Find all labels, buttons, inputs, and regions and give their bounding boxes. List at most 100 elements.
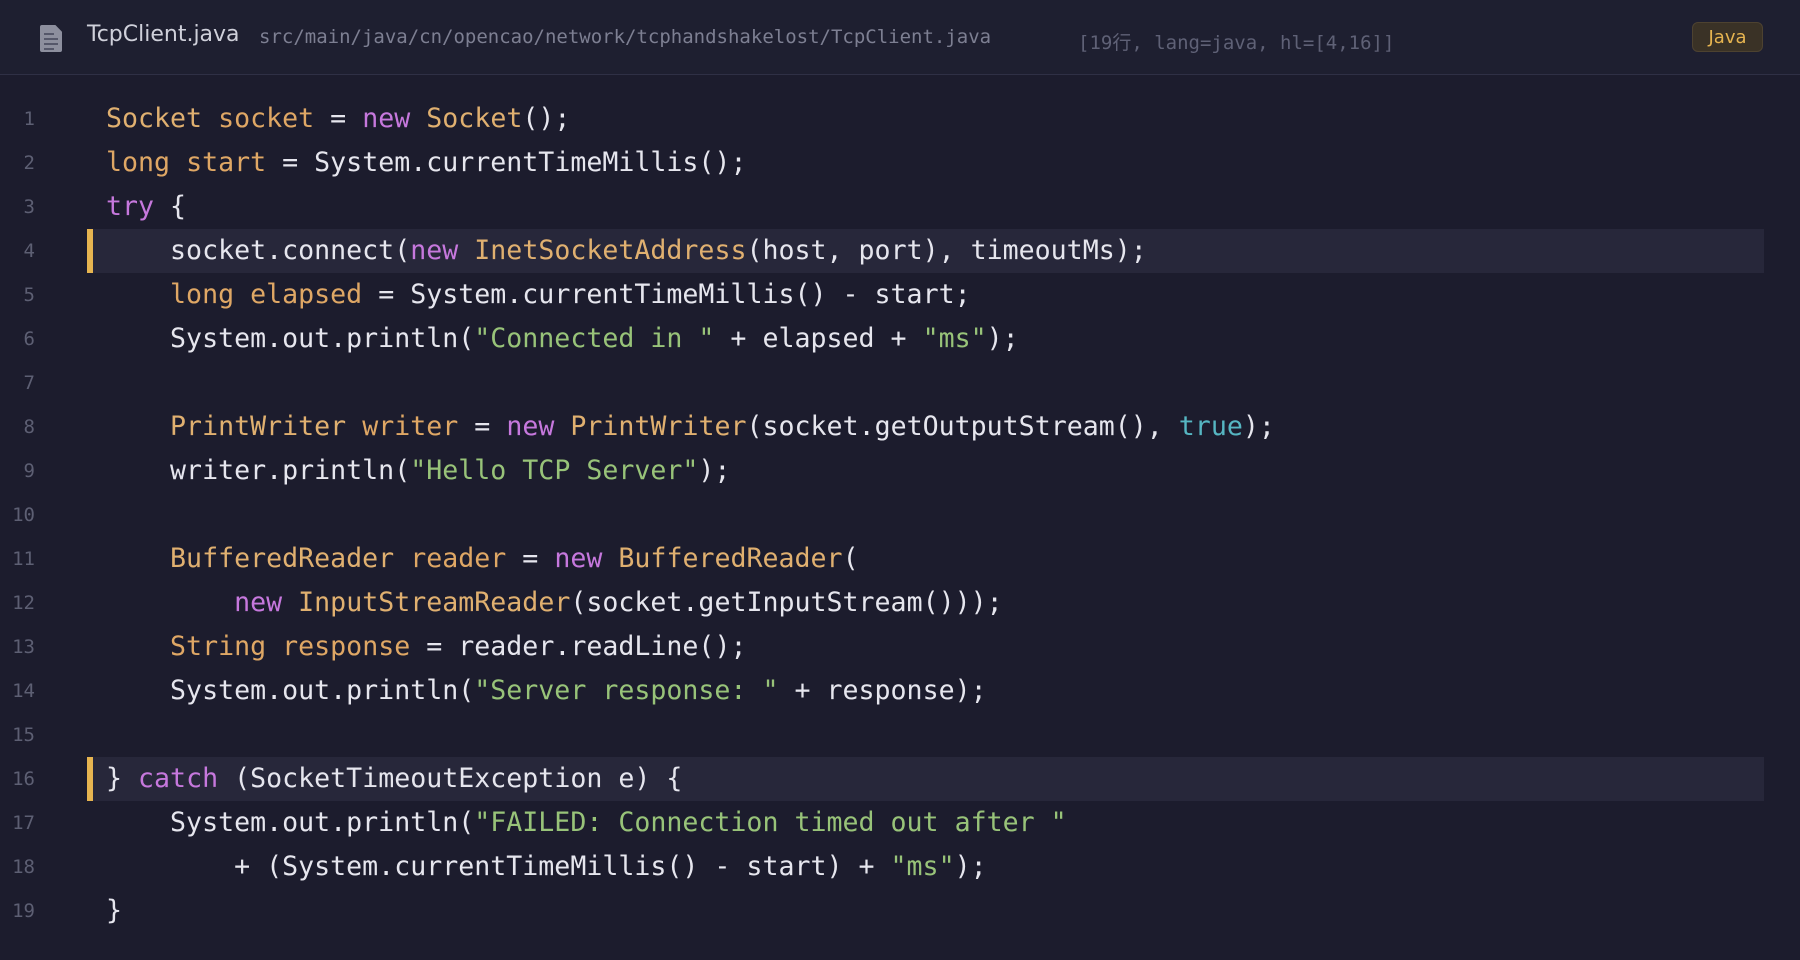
code-line[interactable]: 3 try {	[0, 185, 1800, 229]
code-token: PrintWriter	[170, 411, 347, 442]
code-token: );	[1242, 411, 1275, 442]
line-number: 6	[23, 328, 35, 350]
code-line[interactable]: 6 System.out.println("Connected in " + e…	[0, 317, 1800, 361]
code-line[interactable]: 10	[0, 493, 1800, 537]
code-token: writer.println(	[106, 455, 411, 486]
code-token: InetSocketAddress	[474, 235, 747, 266]
code-line[interactable]: 14 System.out.println("Server response: …	[0, 669, 1800, 713]
code-line[interactable]: 5 long elapsed = System.currentTimeMilli…	[0, 273, 1800, 317]
code-line[interactable]: 17 System.out.println("FAILED: Connectio…	[0, 801, 1800, 845]
code-token: =	[506, 543, 555, 574]
line-number: 9	[23, 460, 35, 482]
code-token: + elapsed +	[714, 323, 923, 354]
code-token: (socket.getInputStream()));	[570, 587, 1003, 618]
line-number: 2	[23, 152, 35, 174]
code-token: true	[1178, 411, 1243, 442]
code-token: BufferedReader	[170, 543, 395, 574]
code-token: socket.connect(	[106, 235, 411, 266]
code-line[interactable]: 7	[0, 361, 1800, 405]
file-meta: [19行, lang=java, hl=[4,16]]	[1078, 32, 1395, 54]
code-token: long	[170, 279, 235, 310]
code-line[interactable]: 18 + (System.currentTimeMillis() - start…	[0, 845, 1800, 889]
code-line[interactable]: 2 long start = System.currentTimeMillis()…	[0, 141, 1800, 185]
code-token: =	[458, 411, 507, 442]
code-token: socket	[218, 103, 315, 134]
line-number: 18	[12, 856, 35, 878]
code-viewer: TcpClient.java src/main/java/cn/opencao/…	[0, 0, 1800, 960]
code-text: Socket socket = new Socket();	[106, 97, 570, 141]
line-number: 3	[23, 196, 35, 218]
code-text: writer.println("Hello TCP Server");	[106, 449, 730, 493]
code-token: }	[106, 895, 123, 926]
code-token: = System.currentTimeMillis();	[266, 147, 747, 178]
code-token: writer	[362, 411, 459, 442]
code-text: System.out.println("FAILED: Connection t…	[106, 801, 1067, 845]
code-token: BufferedReader	[618, 543, 843, 574]
code-token: }	[106, 763, 139, 794]
line-highlight-marker	[87, 229, 93, 273]
line-number: 10	[12, 504, 35, 526]
code-token: InputStreamReader	[298, 587, 571, 618]
code-token: "Server response: "	[474, 675, 779, 706]
code-text: PrintWriter writer = new PrintWriter(soc…	[106, 405, 1275, 449]
line-number: 11	[12, 548, 35, 570]
code-token: );	[698, 455, 731, 486]
code-line[interactable]: 15	[0, 713, 1800, 757]
file-name: TcpClient.java	[87, 22, 240, 47]
code-token: {	[154, 191, 187, 222]
code-token: "FAILED: Connection timed out after "	[474, 807, 1067, 838]
code-line[interactable]: 9 writer.println("Hello TCP Server");	[0, 449, 1800, 493]
code-text: BufferedReader reader = new BufferedRead…	[106, 537, 859, 581]
code-token: "ms"	[922, 323, 987, 354]
code-line[interactable]: 1 Socket socket = new Socket();	[0, 97, 1800, 141]
code-token: (host, port), timeoutMs);	[746, 235, 1147, 266]
line-number: 8	[23, 416, 35, 438]
code-token: = System.currentTimeMillis() - start;	[362, 279, 971, 310]
code-token: String	[170, 631, 267, 662]
code-line[interactable]: 4 socket.connect(new InetSocketAddress(h…	[0, 229, 1800, 273]
code-text: long elapsed = System.currentTimeMillis(…	[106, 273, 971, 317]
file-path: src/main/java/cn/opencao/network/tcphand…	[259, 26, 992, 48]
code-token: "Hello TCP Server"	[410, 455, 699, 486]
code-text: }	[106, 889, 122, 933]
line-number: 14	[12, 680, 35, 702]
code-token: (SocketTimeoutException e) {	[218, 763, 683, 794]
code-token: elapsed	[250, 279, 363, 310]
code-line[interactable]: 19}	[0, 889, 1800, 933]
code-text: System.out.println("Connected in " + ela…	[106, 317, 1019, 361]
code-text: try {	[106, 185, 186, 229]
code-token: start	[186, 147, 267, 178]
code-token: new	[506, 411, 555, 442]
line-number: 7	[23, 372, 35, 394]
code-text: + (System.currentTimeMillis() - start) +…	[106, 845, 987, 889]
code-token: =	[314, 103, 363, 134]
code-line[interactable]: 13 String response = reader.readLine();	[0, 625, 1800, 669]
code-line[interactable]: 11 BufferedReader reader = new BufferedR…	[0, 537, 1800, 581]
code-text: socket.connect(new InetSocketAddress(hos…	[106, 229, 1147, 273]
code-token: reader	[410, 543, 507, 574]
code-line[interactable]: 8 PrintWriter writer = new PrintWriter(s…	[0, 405, 1800, 449]
line-number: 15	[12, 724, 35, 746]
code-text: new InputStreamReader(socket.getInputStr…	[106, 581, 1003, 625]
language-badge: Java	[1692, 22, 1763, 52]
code-line[interactable]: 16} catch (SocketTimeoutException e) {	[0, 757, 1800, 801]
code-token: System.out.println(	[106, 807, 475, 838]
code-token: );	[954, 851, 987, 882]
line-highlight-marker	[87, 757, 93, 801]
code-line[interactable]: 12 new InputStreamReader(socket.getInput…	[0, 581, 1800, 625]
